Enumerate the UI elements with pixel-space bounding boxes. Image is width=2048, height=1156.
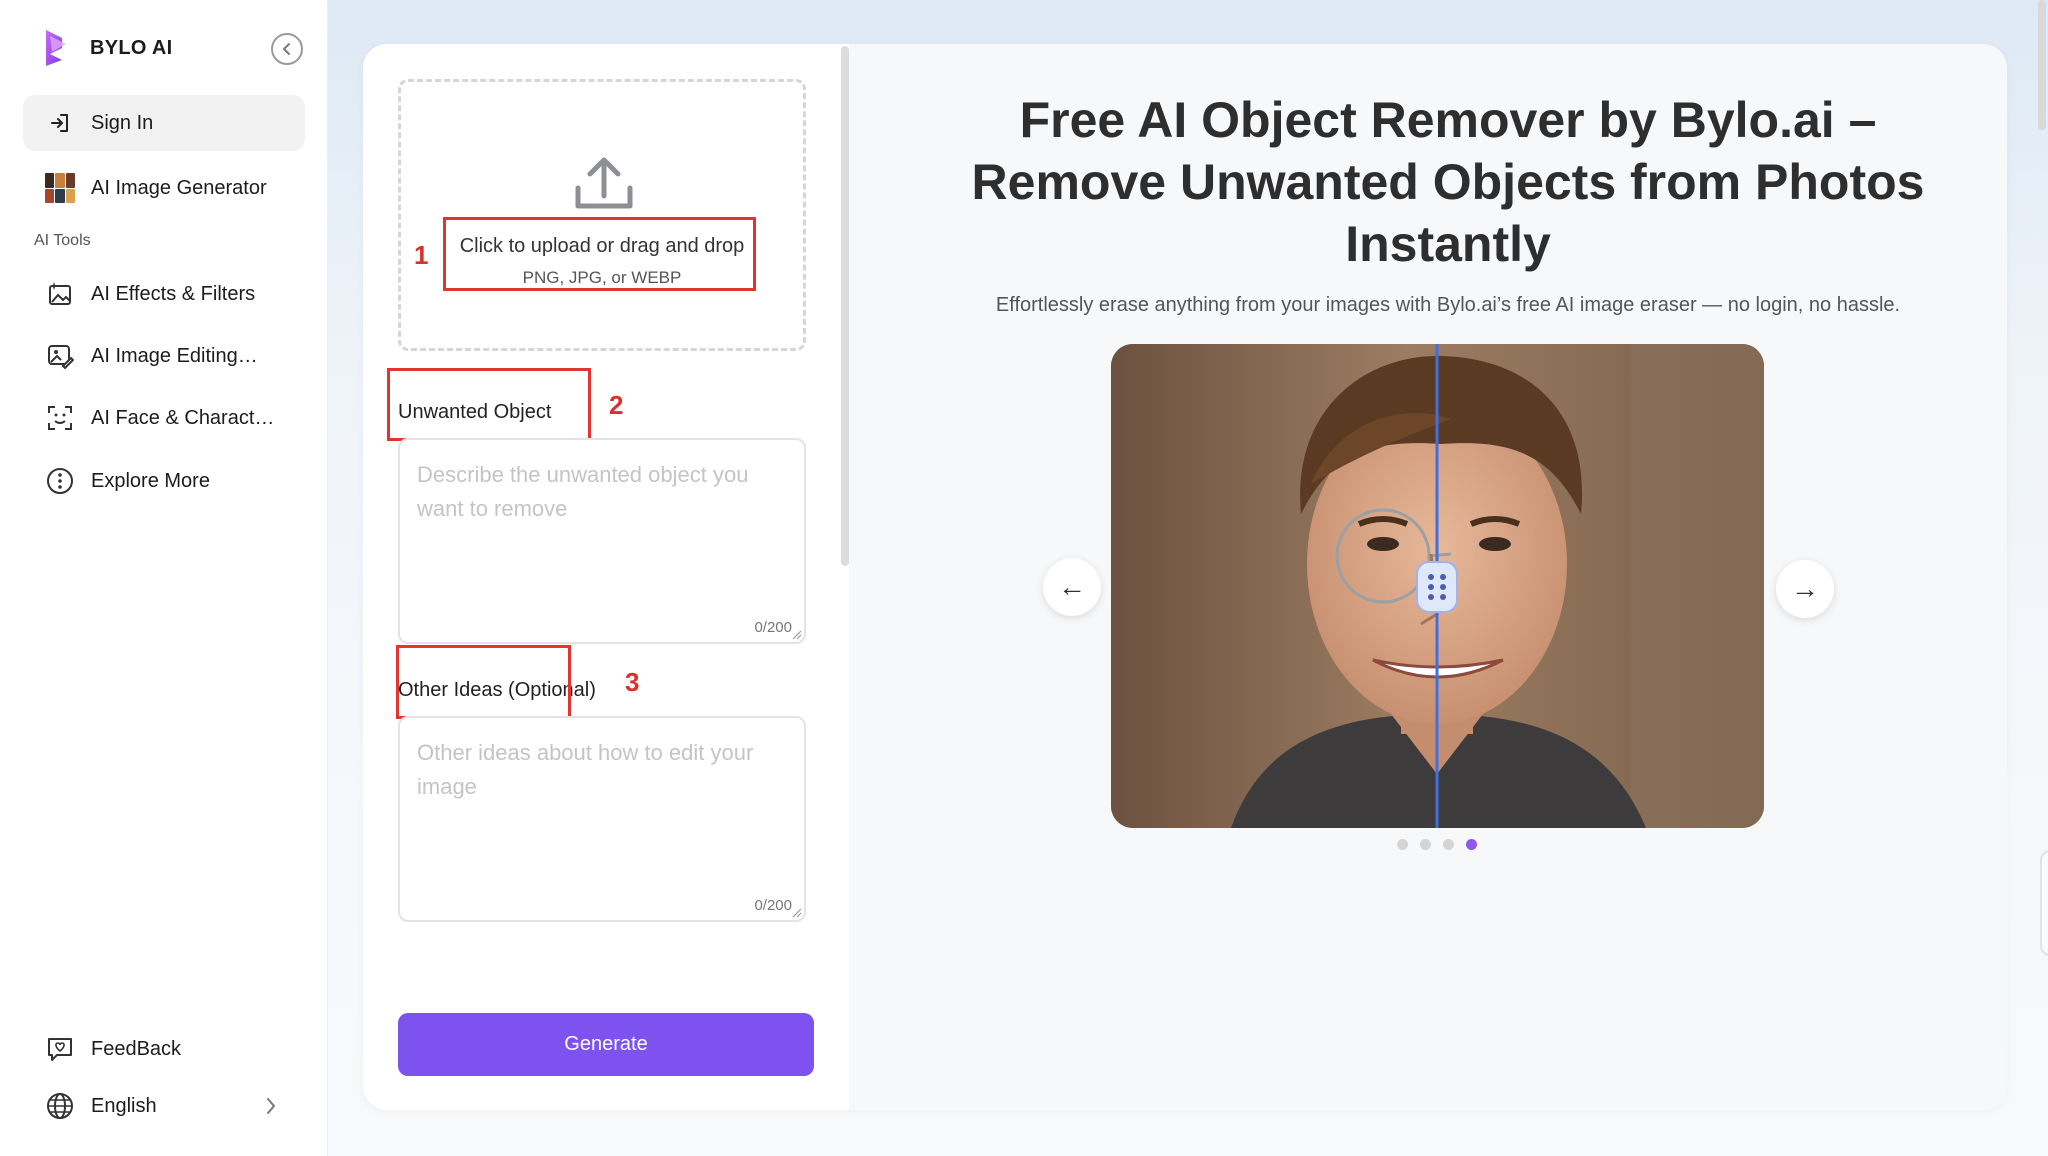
upload-icon — [575, 157, 633, 209]
upload-dropzone[interactable]: Click to upload or drag and drop PNG, JP… — [398, 79, 806, 351]
sign-in-label: Sign In — [91, 111, 154, 134]
arrow-right-icon: → — [1791, 573, 1819, 604]
carousel-dot[interactable] — [1420, 839, 1431, 850]
sidebar-item-explore-more[interactable]: Explore More — [23, 453, 305, 509]
carousel-next-button[interactable]: → — [1776, 560, 1834, 618]
image-edit-icon — [45, 341, 75, 371]
face-scan-icon — [45, 403, 75, 433]
annotation-number-2: 2 — [609, 390, 624, 420]
carousel-dots — [1397, 839, 1477, 850]
carousel-dot[interactable] — [1397, 839, 1408, 850]
feedback-label: FeedBack — [91, 1037, 182, 1060]
sidebar-item-ai-image-generator[interactable]: AI Image Generator — [23, 160, 305, 216]
sign-in-button[interactable]: Sign In — [23, 95, 305, 151]
sidebar: BYLO AI Sign In AI Image Generator AI To… — [0, 0, 328, 1156]
sidebar-item-label: AI Effects & Filters — [91, 282, 256, 305]
other-ideas-char-count: 0/200 — [754, 897, 792, 914]
before-after-showcase-image[interactable] — [1111, 344, 1764, 828]
portrait-illustration — [1111, 344, 1764, 828]
brand[interactable]: BYLO AI — [40, 28, 172, 68]
unwanted-object-textarea[interactable]: Describe the unwanted object you want to… — [398, 438, 806, 644]
other-ideas-textarea[interactable]: Other ideas about how to edit your image… — [398, 716, 806, 922]
annotation-box-2 — [387, 368, 591, 441]
form-scrollbar[interactable] — [841, 46, 849, 566]
chevron-left-icon — [283, 43, 290, 55]
sidebar-item-label: Explore More — [91, 469, 210, 492]
carousel-dot-active[interactable] — [1466, 839, 1477, 850]
form-panel: Click to upload or drag and drop PNG, JP… — [363, 44, 849, 1110]
carousel-dot[interactable] — [1443, 839, 1454, 850]
feedback-heart-icon — [45, 1034, 75, 1064]
language-selector[interactable]: English — [23, 1078, 305, 1134]
arrow-left-icon: ← — [1058, 571, 1086, 602]
page-subtitle: Effortlessly erase anything from your im… — [995, 294, 1901, 316]
unwanted-object-placeholder: Describe the unwanted object you want to… — [417, 462, 749, 521]
brand-name: BYLO AI — [90, 36, 173, 59]
annotation-number-3: 3 — [625, 667, 640, 697]
bylo-logo-icon — [46, 30, 66, 66]
image-generator-thumbnail-icon — [45, 173, 75, 203]
sidebar-item-label: AI Image Generator — [91, 176, 267, 199]
tool-card: Click to upload or drag and drop PNG, JP… — [363, 44, 2007, 1110]
collapse-sidebar-button[interactable] — [271, 33, 303, 65]
generate-button[interactable]: Generate — [398, 1013, 814, 1076]
sparkle-image-icon — [45, 279, 75, 309]
floating-side-tab[interactable] — [2040, 850, 2048, 956]
language-label: English — [91, 1094, 157, 1117]
feedback-button[interactable]: FeedBack — [23, 1021, 305, 1077]
resize-grip-icon[interactable] — [792, 908, 802, 918]
carousel-prev-button[interactable]: ← — [1043, 558, 1101, 616]
other-ideas-placeholder: Other ideas about how to edit your image — [417, 740, 754, 799]
unwanted-object-char-count: 0/200 — [754, 619, 792, 636]
more-circle-icon — [45, 466, 75, 496]
page-title: Free AI Object Remover by Bylo.ai – Remo… — [971, 92, 1925, 272]
annotation-box-1 — [443, 217, 756, 291]
partially-hidden-field-label — [403, 957, 523, 967]
resize-grip-icon[interactable] — [792, 630, 802, 640]
sign-in-icon — [45, 108, 75, 138]
chevron-right-icon — [267, 1098, 276, 1114]
ai-tools-section-label: AI Tools — [34, 232, 91, 249]
sidebar-item-label: AI Face & Charact… — [91, 406, 275, 429]
sidebar-item-label: AI Image Editing… — [91, 344, 258, 367]
annotation-box-3 — [396, 645, 571, 719]
sidebar-item-ai-image-editing[interactable]: AI Image Editing… — [23, 328, 305, 384]
sidebar-item-ai-face-character[interactable]: AI Face & Charact… — [23, 390, 305, 446]
annotation-number-1: 1 — [414, 240, 429, 270]
sidebar-item-ai-effects[interactable]: AI Effects & Filters — [23, 266, 305, 322]
globe-icon — [45, 1091, 75, 1121]
page-scrollbar[interactable] — [2038, 0, 2046, 130]
